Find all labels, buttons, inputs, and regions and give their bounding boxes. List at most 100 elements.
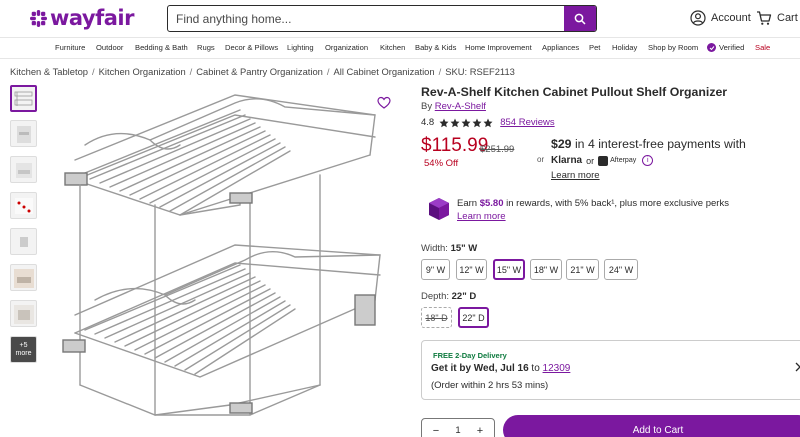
width-option-9[interactable]: 9" W [421, 259, 450, 280]
sale-price: $115.99 [421, 135, 489, 156]
quantity-stepper: − 1 + [421, 418, 495, 437]
rating-value: 4.8 [421, 117, 435, 128]
nav-item-furniture[interactable]: Furniture [55, 43, 85, 52]
depth-label: Depth: 22" D [421, 291, 476, 302]
breadcrumb-item[interactable]: Kitchen Organization [99, 66, 186, 77]
star-icon [483, 118, 493, 127]
star-icon [450, 118, 460, 127]
nav-item-organization[interactable]: Organization [325, 43, 368, 52]
width-label: Width: 15" W [421, 243, 477, 254]
rewards-offer: Earn $5.80 in rewards, with 5% back¹, pl… [457, 198, 729, 209]
sku-label: SKU: RSEF2113 [445, 66, 515, 77]
breadcrumb-item[interactable]: Kitchen & Tabletop [10, 66, 88, 77]
nav-item-kitchen[interactable]: Kitchen [380, 43, 405, 52]
reviews-link[interactable]: 854 Reviews [500, 117, 554, 128]
cart-icon [757, 11, 772, 25]
depth-option-22[interactable]: 22" D [458, 307, 489, 328]
gallery-thumbnail[interactable] [10, 85, 37, 112]
star-rating [439, 118, 494, 128]
rewards-learn-more-link[interactable]: Learn more [457, 211, 506, 222]
account-link[interactable]: Account [690, 10, 751, 26]
nav-item-verified[interactable]: Verified [707, 43, 744, 52]
breadcrumb: Kitchen & Tabletop / Kitchen Organization /… [10, 66, 515, 77]
search-input[interactable] [168, 6, 564, 31]
account-label: Account [711, 12, 751, 24]
nav-item-rugs[interactable]: Rugs [197, 43, 215, 52]
category-nav: Furniture Outdoor Bedding & Bath Rugs De… [0, 39, 800, 59]
rewards-suffix: in rewards, with 5% back¹, plus more exc… [506, 198, 729, 209]
installment-text: in 4 interest-free payments with [574, 137, 746, 151]
favorite-heart-icon[interactable] [377, 96, 391, 110]
depth-option-18[interactable]: 18" D [421, 307, 452, 328]
discount-label: 54% Off [424, 158, 459, 169]
quantity-value[interactable]: 1 [455, 425, 460, 436]
gallery-thumbnail[interactable] [10, 264, 37, 291]
width-label-text: Width: [421, 243, 448, 254]
nav-item-sale[interactable]: Sale [755, 43, 770, 52]
star-icon [461, 118, 471, 127]
width-option-12[interactable]: 12" W [456, 259, 487, 280]
more-images-button[interactable]: +5 more [10, 336, 37, 363]
nav-item-lighting[interactable]: Lighting [287, 43, 314, 52]
site-header: wayfair Account Cart [0, 0, 800, 38]
info-icon[interactable]: i [642, 155, 654, 166]
nav-item-bedding-bath[interactable]: Bedding & Bath [135, 43, 188, 52]
search-button[interactable] [564, 6, 596, 31]
delivery-prefix: Get it by [431, 363, 472, 374]
width-selected-value: 15" W [450, 243, 478, 254]
gallery-thumbnail[interactable] [10, 156, 37, 183]
free-delivery-badge: FREE 2-Day Delivery [433, 351, 507, 360]
gallery-thumbnail[interactable] [10, 300, 37, 327]
width-option-15[interactable]: 15" W [493, 259, 525, 280]
gallery-thumbnail[interactable] [10, 120, 37, 147]
depth-option-18-label: 18" D [425, 312, 448, 323]
installment-offer: $29 in 4 interest-free payments with [551, 137, 746, 151]
product-brand-line: By Rev-A-Shelf [421, 101, 486, 112]
nav-item-appliances[interactable]: Appliances [542, 43, 579, 52]
search-icon [574, 13, 586, 25]
nav-item-shop-by-room[interactable]: Shop by Room [648, 43, 698, 52]
add-to-cart-button[interactable]: Add to Cart [503, 415, 800, 437]
gallery-thumbnail[interactable] [10, 192, 37, 219]
brand-name: wayfair [50, 6, 134, 30]
original-price: $251.99 [480, 144, 515, 155]
afterpay-label: Afterpay [610, 157, 637, 164]
width-option-24[interactable]: 24" W [604, 259, 638, 280]
star-icon [472, 118, 482, 127]
depth-label-text: Depth: [421, 291, 449, 302]
product-main-image[interactable] [55, 85, 405, 425]
delivery-date-value: Wed, Jul 16 [473, 363, 529, 374]
quantity-increase-button[interactable]: + [474, 425, 486, 437]
nav-item-decor-pillows[interactable]: Decor & Pillows [225, 43, 278, 52]
chevron-right-icon[interactable] [795, 362, 800, 372]
nav-item-baby-kids[interactable]: Baby & Kids [415, 43, 456, 52]
zip-code-link[interactable]: 12309 [543, 363, 571, 374]
brand-link[interactable]: Rev-A-Shelf [435, 101, 486, 112]
delivery-card[interactable]: FREE 2-Day Delivery Get it by Wed, Jul 1… [421, 340, 800, 400]
width-option-18[interactable]: 18" W [530, 259, 562, 280]
cart-link[interactable]: Cart [756, 10, 798, 26]
nav-item-pet[interactable]: Pet [589, 43, 600, 52]
delivery-date: Get it by Wed, Jul 16 to 12309 [431, 363, 570, 374]
search-bar [167, 5, 597, 32]
depth-selected-value: 22" D [451, 291, 477, 302]
gallery-thumbnail[interactable] [10, 228, 37, 255]
verified-badge-icon [707, 43, 716, 52]
or-separator-2: or [586, 155, 595, 166]
nav-item-home-improvement[interactable]: Home Improvement [465, 43, 532, 52]
nav-item-outdoor[interactable]: Outdoor [96, 43, 123, 52]
breadcrumb-item[interactable]: Cabinet & Pantry Organization [196, 66, 323, 77]
rating-row: 4.8 854 Reviews [421, 117, 555, 128]
wayfair-logo[interactable]: wayfair [30, 6, 134, 30]
financing-learn-more-link[interactable]: Learn more [551, 170, 600, 181]
breadcrumb-item[interactable]: All Cabinet Organization [334, 66, 435, 77]
afterpay-logo: Afterpay [598, 155, 637, 166]
by-prefix: By [421, 101, 433, 112]
star-icon [439, 118, 449, 127]
cart-label: Cart [777, 12, 798, 24]
width-option-21[interactable]: 21" W [566, 259, 599, 280]
nav-item-holiday[interactable]: Holiday [612, 43, 637, 52]
quantity-decrease-button[interactable]: − [430, 425, 442, 437]
rewards-amount: $5.80 [479, 198, 504, 209]
klarna-logo: Klarna [551, 155, 583, 166]
